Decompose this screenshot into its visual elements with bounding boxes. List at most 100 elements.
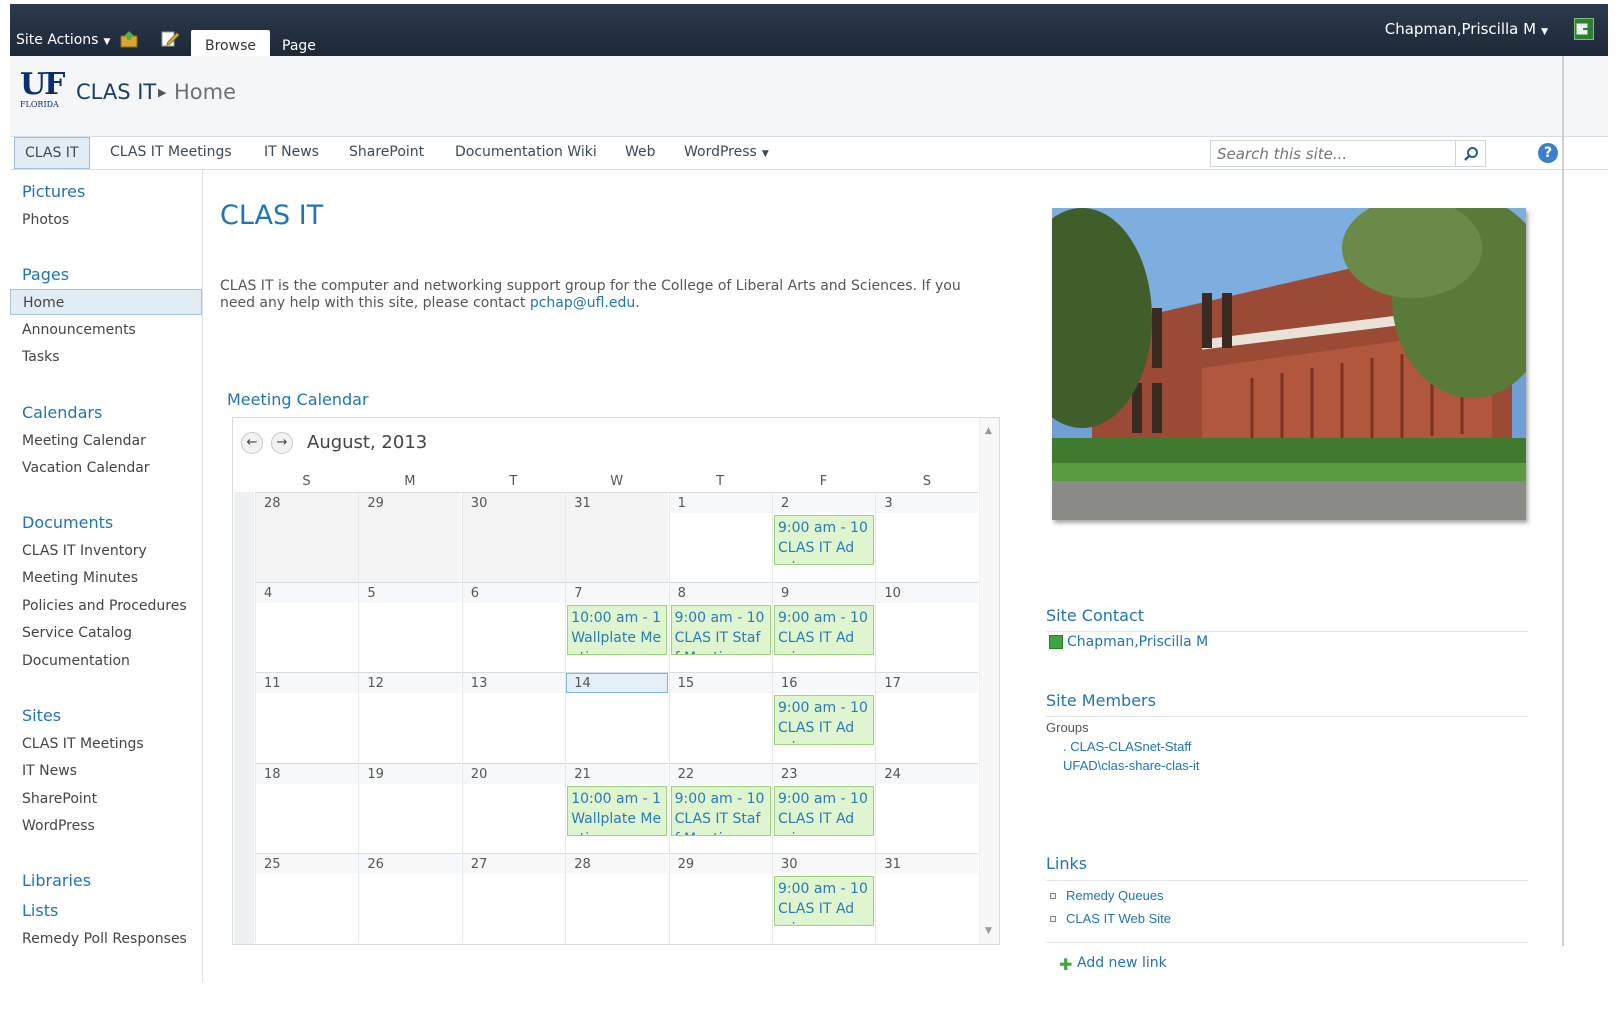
day-number[interactable]: 6 [471,586,479,601]
nav-documentation-wiki[interactable]: Documentation Wiki [445,137,607,169]
nav-wordpress[interactable]: WordPress ▼ [674,137,779,169]
nav-web[interactable]: Web [615,137,666,169]
search-input[interactable] [1210,140,1456,167]
navigate-up-icon[interactable] [120,30,140,48]
calendar-day-cell[interactable]: 17 [875,672,979,763]
day-number[interactable]: 21 [574,767,591,782]
leftnav-item-meeting-calendar[interactable]: Meeting Calendar [10,428,202,454]
nav-clas-it-meetings[interactable]: CLAS IT Meetings [100,137,242,169]
calendar-day-cell[interactable]: 23 9:00 am - 10 CLAS IT Ad mins [772,762,875,853]
day-number[interactable]: 28 [574,857,591,872]
calendar-day-cell[interactable]: 30 [461,492,565,582]
calendar-day-cell[interactable]: 29 [668,852,772,943]
calendar-day-cell[interactable]: 29 [358,492,462,582]
leftnav-item-home[interactable]: Home [10,289,202,315]
calendar-event[interactable]: 10:00 am - 1Wallplate Meeting [567,605,668,656]
calendar-day-cell[interactable]: 15 [668,672,772,763]
site-contact-title[interactable]: Site Contact [1046,606,1144,625]
leftnav-heading-sites[interactable]: Sites [22,706,61,725]
calendar-day-cell[interactable]: 2 9:00 am - 10 CLAS IT Ad mins [772,492,875,582]
day-number[interactable]: 31 [574,496,591,511]
leftnav-item-documentation[interactable]: Documentation [10,648,202,674]
leftnav-item-wordpress[interactable]: WordPress [10,813,202,839]
day-number[interactable]: 17 [884,676,901,691]
calendar-scrollbar[interactable]: ▲ ▼ [979,418,999,944]
nav-it-news[interactable]: IT News [254,137,329,169]
day-number[interactable]: 9 [781,586,789,601]
calendar-day-cell[interactable]: 11 [255,672,358,763]
day-number[interactable]: 16 [781,676,798,691]
calendar-day-cell[interactable]: 26 [358,852,462,943]
day-number[interactable]: 30 [471,496,488,511]
calendar-day-cell[interactable]: 28 [565,852,669,943]
day-number[interactable]: 26 [367,857,384,872]
day-number[interactable]: 4 [264,586,272,601]
contact-email-link[interactable]: pchap@ufl.edu [530,295,635,311]
day-number[interactable]: 30 [781,857,798,872]
calendar-day-cell[interactable]: 28 [255,492,358,582]
leftnav-item-tasks[interactable]: Tasks [10,344,202,370]
leftnav-item-clas-it-meetings[interactable]: CLAS IT Meetings [10,731,202,757]
leftnav-item-vacation-calendar[interactable]: Vacation Calendar [10,455,202,481]
calendar-day-cell[interactable]: 8 9:00 am - 10 CLAS IT Staff Meeting [668,582,772,673]
leftnav-item-meeting-minutes[interactable]: Meeting Minutes [10,565,202,591]
day-number[interactable]: 28 [264,496,281,511]
calendar-event[interactable]: 9:00 am - 10CLAS IT Admins [774,605,874,656]
calendar-day-cell[interactable]: 14 [565,672,669,763]
site-title-link[interactable]: CLAS IT [76,80,156,104]
nav-clas-it[interactable]: CLAS IT [14,137,90,169]
day-number[interactable]: 3 [884,496,892,511]
day-number[interactable]: 10 [884,586,901,601]
day-number[interactable]: 23 [781,767,798,782]
leftnav-heading-libraries[interactable]: Libraries [22,871,91,890]
calendar-day-cell[interactable]: 31 [565,492,669,582]
day-number[interactable]: 20 [471,767,488,782]
calendar-day-cell[interactable]: 25 [255,852,358,943]
calendar-day-cell[interactable]: 18 [255,762,358,853]
next-month-button[interactable]: → [271,432,293,454]
leftnav-heading-documents[interactable]: Documents [22,513,113,532]
day-number[interactable]: 24 [884,767,901,782]
meeting-calendar-title[interactable]: Meeting Calendar [227,390,369,409]
day-number[interactable]: 31 [884,857,901,872]
day-number[interactable]: 11 [264,676,281,691]
day-number[interactable]: 18 [264,767,281,782]
day-number[interactable]: 19 [367,767,384,782]
calendar-day-cell[interactable]: 24 [875,762,979,853]
calendar-event[interactable]: 9:00 am - 10CLAS IT Admins [774,695,874,746]
calendar-day-cell[interactable]: 19 [358,762,462,853]
day-number[interactable]: 14 [574,676,591,691]
day-number[interactable]: 7 [574,586,582,601]
previous-month-button[interactable]: ← [241,432,263,454]
day-number[interactable]: 29 [367,496,384,511]
add-icon[interactable]: ✚ [1059,955,1072,974]
leftnav-item-it-news[interactable]: IT News [10,758,202,784]
user-menu[interactable]: Chapman,Priscilla M ▼ [1385,20,1548,38]
day-number[interactable]: 22 [678,767,695,782]
calendar-day-cell[interactable]: 16 9:00 am - 10 CLAS IT Admins [772,672,875,763]
calendar-day-cell[interactable]: 13 [461,672,565,763]
leftnav-item-clas-it-inventory[interactable]: CLAS IT Inventory [10,538,202,564]
calendar-day-cell[interactable]: 20 [461,762,565,853]
calendar-event[interactable]: 10:00 am - 1Wallplate Meeting [567,785,668,836]
group-link-staff[interactable]: . CLAS-CLASnet-Staff [1063,739,1191,754]
scroll-down-icon[interactable]: ▼ [985,926,992,936]
calendar-day-cell[interactable]: 31 [875,852,979,943]
calendar-day-cell[interactable]: 27 [461,852,565,943]
day-number[interactable]: 27 [471,857,488,872]
site-actions-menu[interactable]: Site Actions ▼ [16,32,110,48]
day-number[interactable]: 8 [678,586,686,601]
link-clas-it-web-site[interactable]: CLAS IT Web Site [1066,911,1171,926]
leftnav-heading-pages[interactable]: Pages [22,265,69,284]
calendar-day-cell[interactable]: 21 10:00 am - 1 Wallplate Me eting [565,762,669,853]
day-number[interactable]: 15 [678,676,695,691]
calendar-event[interactable]: 9:00 am - 10CLAS IT Admins [774,515,874,565]
day-number[interactable]: 12 [367,676,384,691]
add-new-link[interactable]: Add new link [1077,955,1167,971]
leftnav-item-announcements[interactable]: Announcements [10,317,202,343]
leftnav-heading-pictures[interactable]: Pictures [22,182,85,201]
calendar-day-cell[interactable]: 5 [358,582,462,673]
calendar-day-cell[interactable]: 7 10:00 am - 1 Wallplate Meeting [565,582,669,673]
leftnav-item-sharepoint[interactable]: SharePoint [10,786,202,812]
day-number[interactable]: 2 [781,496,789,511]
